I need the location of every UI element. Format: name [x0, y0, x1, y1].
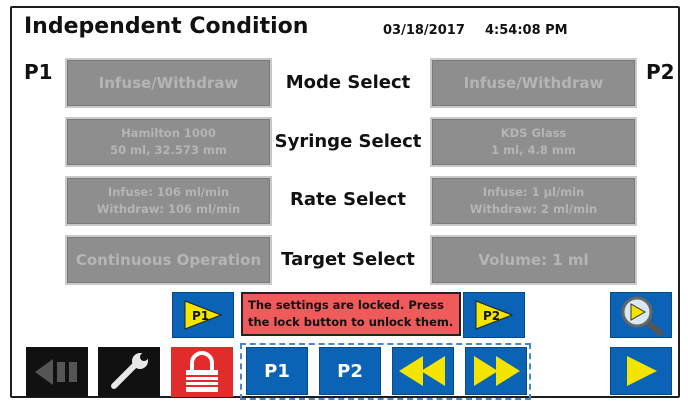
p2-rate-line2: Withdraw: 2 ml/min: [469, 202, 598, 216]
wrench-icon: [111, 353, 148, 389]
pump-2-label: P2: [646, 60, 675, 84]
p2-syringe-line2: 1 ml, 4.8 mm: [491, 143, 576, 157]
target-select-label: Target Select: [281, 249, 415, 270]
play-icon: [627, 356, 657, 386]
pause-button[interactable]: [26, 347, 88, 397]
play-button[interactable]: [610, 347, 672, 395]
p2-syringe-line1: KDS Glass: [500, 126, 567, 140]
fast-forward-icon: [474, 356, 520, 386]
p1-run-label: P1: [192, 309, 209, 323]
rewind-icon: [399, 356, 445, 386]
locked-message-line1: The settings are locked. Press: [248, 298, 444, 312]
p1-select-button[interactable]: P1: [246, 347, 308, 395]
pump-1-label: P1: [24, 60, 53, 84]
fast-forward-button[interactable]: [465, 347, 527, 395]
p2-select-button[interactable]: P2: [319, 347, 381, 395]
p1-rate-line1: Infuse: 106 ml/min: [107, 185, 230, 199]
p2-run-button[interactable]: P2: [463, 292, 525, 338]
p1-select-label: P1: [264, 360, 290, 382]
page-title: Independent Condition: [24, 14, 309, 39]
lock-button[interactable]: [171, 347, 233, 397]
p2-mode-text: Infuse/Withdraw: [463, 74, 604, 92]
syringe-select-label: Syringe Select: [274, 131, 422, 152]
p2-syringe-button[interactable]: KDS Glass 1 ml, 4.8 mm: [430, 117, 637, 167]
time-display: 4:54:08 PM: [485, 23, 568, 38]
settings-button[interactable]: [98, 347, 160, 397]
p2-run-label: P2: [483, 309, 500, 323]
p2-mode-button[interactable]: Infuse/Withdraw: [430, 58, 637, 108]
locked-message-line2: the lock button to unlock them.: [248, 315, 454, 329]
p2-rate-button[interactable]: Infuse: 1 µl/min Withdraw: 2 ml/min: [430, 176, 637, 226]
p1-mode-button[interactable]: Infuse/Withdraw: [65, 58, 272, 108]
p2-rate-line1: Infuse: 1 µl/min: [482, 185, 585, 199]
p2-select-label: P2: [337, 360, 363, 382]
rewind-button[interactable]: [392, 347, 454, 395]
p1-run-button[interactable]: P1: [172, 292, 234, 338]
locked-message: The settings are locked. Press the lock …: [241, 292, 461, 336]
p1-play-icon: P1: [184, 300, 223, 330]
p2-target-button[interactable]: Volume: 1 ml: [430, 235, 637, 285]
pause-icon: [35, 359, 77, 385]
mode-select-label: Mode Select: [285, 72, 411, 93]
p1-mode-text: Infuse/Withdraw: [98, 74, 239, 92]
magnifier-icon: [621, 296, 663, 336]
lock-icon: [186, 351, 218, 392]
p1-rate-button[interactable]: Infuse: 106 ml/min Withdraw: 106 ml/min: [65, 176, 272, 226]
p1-syringe-line1: Hamilton 1000: [121, 126, 216, 140]
p2-play-icon: P2: [475, 300, 514, 330]
p1-target-text: Continuous Operation: [75, 251, 262, 269]
p1-rate-line2: Withdraw: 106 ml/min: [96, 202, 241, 216]
search-button[interactable]: [610, 292, 672, 338]
p2-target-text: Volume: 1 ml: [478, 251, 589, 269]
date-display: 03/18/2017: [383, 23, 465, 38]
p1-syringe-button[interactable]: Hamilton 1000 50 ml, 32.573 mm: [65, 117, 272, 167]
rate-select-label: Rate Select: [290, 189, 406, 210]
p1-target-button[interactable]: Continuous Operation: [65, 235, 272, 285]
p1-syringe-line2: 50 ml, 32.573 mm: [110, 143, 227, 157]
